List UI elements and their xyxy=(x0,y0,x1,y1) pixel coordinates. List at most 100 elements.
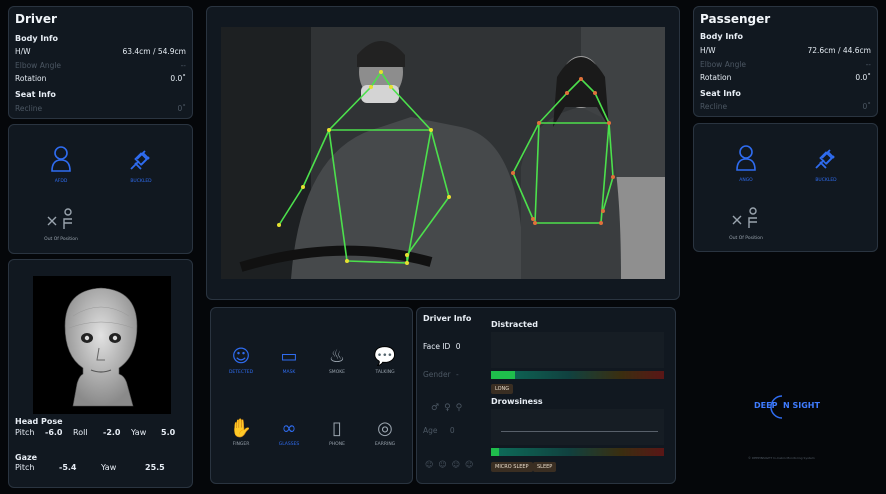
passenger-oop-status: Out Of Position xyxy=(716,206,776,241)
glasses-icon: ∞ xyxy=(281,418,297,439)
passenger-elbow-value: -- xyxy=(865,60,871,69)
elbow-value: -- xyxy=(180,61,186,70)
recline-row: Recline 0˚ xyxy=(15,104,186,113)
age-row: Age 0 xyxy=(423,426,455,435)
skeleton-joint xyxy=(511,171,515,175)
head-pitch-label: Pitch xyxy=(15,428,35,437)
head-pose-label: Head Pose xyxy=(15,417,63,426)
passenger-occupant-label: ANGO xyxy=(739,178,753,183)
passenger-elbow-row: Elbow Angle -- xyxy=(700,60,871,69)
activity-label: GLASSES xyxy=(278,442,300,447)
recline-value: 0˚ xyxy=(177,104,186,113)
passenger-hw-row: H/W 72.6cm / 44.6cm xyxy=(700,46,871,55)
age-icons: ☺☺☺☺ xyxy=(425,460,478,469)
skeleton-joint xyxy=(599,221,603,225)
smoke-icon: ♨ xyxy=(328,346,346,367)
rotation-row: Rotation 0.0˚ xyxy=(15,74,186,83)
distracted-bar xyxy=(491,371,664,379)
activity-label: EARRING xyxy=(374,442,396,447)
micro-sleep-button[interactable]: MICRO SLEEP xyxy=(491,462,533,472)
driver-belt-label: BUCKLED xyxy=(130,179,152,184)
driver-oop-label: Out Of Position xyxy=(44,237,78,242)
activity-phone: ▯ PHONE xyxy=(321,418,353,447)
brand-footer: © DEEPINSIGHT In-Cabin Monitoring System xyxy=(748,456,815,460)
driver-occupant-status: AFDD xyxy=(31,145,91,184)
passenger-elbow-label: Elbow Angle xyxy=(700,60,747,69)
skeleton-joint xyxy=(531,217,535,221)
skeleton-joint xyxy=(389,85,393,89)
distracted-label: Distracted xyxy=(491,320,539,329)
activity-mask: ▭ MASK xyxy=(273,346,305,375)
talking-icon: 💬 xyxy=(373,346,397,367)
head-yaw-value: 5.0 xyxy=(161,428,176,437)
recline-label: Recline xyxy=(15,104,43,113)
activity-label: FINGER xyxy=(232,442,250,447)
passenger-title: Passenger xyxy=(700,12,771,26)
face-id-row: Face ID 0 xyxy=(423,342,461,351)
rotation-label: Rotation xyxy=(15,74,47,83)
activity-talking: 💬 TALKING xyxy=(369,346,401,375)
gender-value: - xyxy=(456,370,459,379)
skeleton-joint xyxy=(405,253,409,257)
skeleton-joint xyxy=(579,77,583,81)
face-id-label: Face ID xyxy=(423,342,451,351)
hw-row: H/W 63.4cm / 54.9cm xyxy=(15,47,186,56)
passenger-belt-label: BUCKLED xyxy=(815,178,837,183)
hw-value: 63.4cm / 54.9cm xyxy=(122,47,186,56)
drowsiness-label: Drowsiness xyxy=(491,397,543,406)
activity-panel: ☺ DETECTED ▭ MASK ♨ SMOKE 💬 TALKING ✋ FINGER ∞ GLAS… xyxy=(210,307,413,484)
skeleton-joint xyxy=(379,70,383,74)
gender-row: Gender - xyxy=(423,370,459,379)
gender-icons: ♂♀⚲ xyxy=(431,403,467,413)
long-button[interactable]: LONG xyxy=(491,384,514,394)
activity-smoke: ♨ SMOKE xyxy=(321,346,353,375)
distracted-chart xyxy=(491,332,664,368)
passenger-rotation-row: Rotation 0.0˚ xyxy=(700,73,871,82)
head-roll-label: Roll xyxy=(73,428,88,437)
face-id-value: 0 xyxy=(455,342,461,351)
activity-label: SMOKE xyxy=(328,370,346,375)
skeleton-joint xyxy=(537,121,541,125)
skeleton-joint xyxy=(369,85,373,89)
out-of-position-icon xyxy=(47,208,72,229)
age-child-icon: ☺ xyxy=(425,460,439,469)
rotation-value: 0.0˚ xyxy=(170,74,186,83)
activity-label: PHONE xyxy=(329,442,345,447)
activity-finger: ✋ FINGER xyxy=(225,418,257,447)
skeleton-joint xyxy=(327,128,331,132)
driver-analysis-panel: Driver Info Face ID 0 Gender - ♂♀⚲ Age 0… xyxy=(416,307,676,484)
gaze-pitch-label: Pitch xyxy=(15,463,35,472)
body-info-label: Body Info xyxy=(15,34,58,43)
head-pitch-value: -6.0 xyxy=(45,428,63,437)
passenger-occupant-status: ANGO xyxy=(716,144,776,183)
face-detect-icon: ☺ xyxy=(231,346,251,367)
passenger-recline-label: Recline xyxy=(700,102,728,111)
age-value: 0 xyxy=(449,426,455,435)
gender-male-icon: ♂ xyxy=(431,403,445,413)
drowsiness-baseline xyxy=(501,431,658,432)
driver-info-title: Driver Info xyxy=(423,314,472,323)
camera-feed xyxy=(221,27,665,279)
earring-icon: ◎ xyxy=(377,418,393,439)
gender-unknown-icon: ⚲ xyxy=(455,403,468,413)
head-yaw-label: Yaw xyxy=(131,428,147,437)
mask-icon: ▭ xyxy=(280,346,298,367)
passenger-rotation-label: Rotation xyxy=(700,73,732,82)
passenger-info-panel: Passenger Body Info H/W 72.6cm / 44.6cm E… xyxy=(693,6,878,117)
activity-label: TALKING xyxy=(375,370,395,375)
phone-icon: ▯ xyxy=(332,418,342,439)
skeleton-joint xyxy=(277,223,281,227)
head-pose-values: Pitch -6.0 Roll -2.0 Yaw 5.0 xyxy=(15,428,175,437)
gender-female-icon: ♀ xyxy=(444,403,456,413)
person-icon xyxy=(51,146,71,172)
activity-earring: ◎ EARRING xyxy=(369,418,401,447)
person-icon xyxy=(736,145,756,171)
passenger-seat-info-label: Seat Info xyxy=(700,89,741,98)
sleep-button[interactable]: SLEEP xyxy=(533,462,557,472)
skeleton-joint xyxy=(429,128,433,132)
activity-label: MASK xyxy=(282,370,296,375)
skeleton-joint xyxy=(301,185,305,189)
gaze-yaw-value: 25.5 xyxy=(145,463,165,472)
passenger-body-info-label: Body Info xyxy=(700,32,743,41)
brand-logo: DEEP N SIGHT xyxy=(752,392,832,422)
